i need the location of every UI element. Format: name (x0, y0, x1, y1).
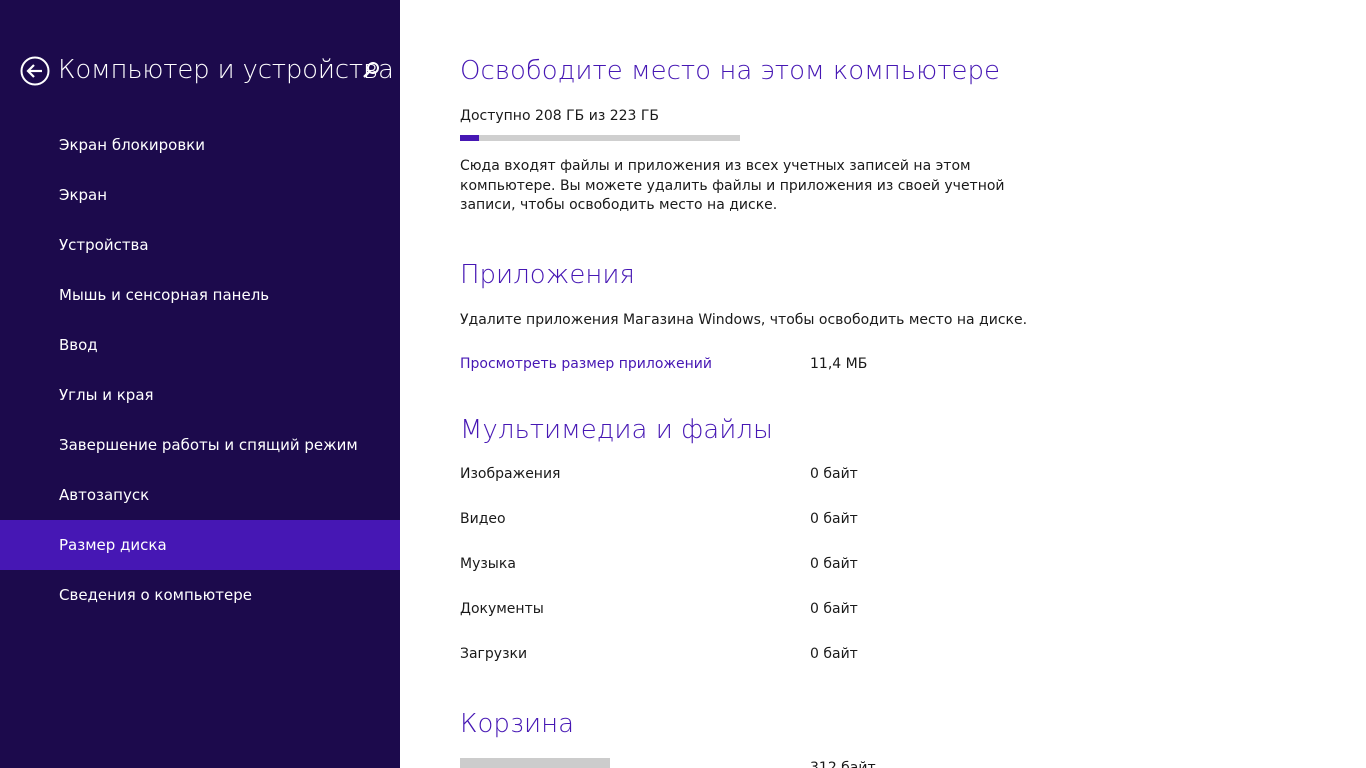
sidebar-item-label: Устройства (59, 236, 149, 254)
sidebar-item-label: Размер диска (59, 536, 167, 554)
sidebar-item-devices[interactable]: Устройства (0, 220, 400, 270)
recycle-bin-size-value: 312 байт (810, 760, 876, 768)
sidebar-item-label: Сведения о компьютере (59, 586, 252, 604)
media-row-label: Видео (460, 511, 506, 527)
page-title: Освободите место на этом компьютере (460, 56, 1001, 86)
recycle-bin-heading: Корзина (460, 709, 575, 739)
sidebar-item-label: Завершение работы и спящий режим (59, 436, 358, 454)
view-app-sizes-link[interactable]: Просмотреть размер приложений (460, 354, 712, 374)
description-text: Сюда входят файлы и приложения из всех у… (460, 158, 1005, 213)
sidebar-item-label: Экран блокировки (59, 136, 205, 154)
media-row-label: Музыка (460, 556, 516, 572)
sidebar-item-label: Мышь и сенсорная панель (59, 286, 270, 304)
sidebar-item-typing[interactable]: Ввод (0, 320, 400, 370)
sidebar-nav: Экран блокировки Экран Устройства Мышь и… (0, 120, 400, 620)
sidebar-title: Компьютер и устройства (58, 55, 394, 85)
back-arrow-circle-icon[interactable] (20, 56, 50, 86)
sidebar-header: Компьютер и устройства (20, 50, 394, 92)
media-row-label: Изображения (460, 466, 561, 482)
sidebar-item-pc-info[interactable]: Сведения о компьютере (0, 570, 400, 620)
media-row-value: 0 байт (810, 466, 858, 482)
apps-size-value: 11,4 МБ (810, 356, 868, 372)
media-row-label: Документы (460, 601, 544, 617)
disk-usage-bar-fill (460, 135, 479, 141)
sidebar-item-corners-edges[interactable]: Углы и края (0, 370, 400, 420)
sidebar-item-autoplay[interactable]: Автозапуск (0, 470, 400, 520)
media-row-label: Загрузки (460, 646, 528, 662)
sidebar-item-label: Автозапуск (59, 486, 150, 504)
sidebar-item-disk-space[interactable]: Размер диска (0, 520, 400, 570)
sidebar: Компьютер и устройства Экран блокировки … (0, 0, 400, 768)
sidebar-item-label: Углы и края (59, 386, 154, 404)
media-row-value: 0 байт (810, 646, 858, 662)
sidebar-item-power-sleep[interactable]: Завершение работы и спящий режим (0, 420, 400, 470)
available-space-text: Доступно 208 ГБ из 223 ГБ (460, 108, 660, 124)
sidebar-item-label: Ввод (59, 336, 98, 354)
media-heading: Мультимедиа и файлы (460, 415, 773, 445)
apps-heading: Приложения (460, 260, 635, 290)
sidebar-item-mouse-touchpad[interactable]: Мышь и сенсорная панель (0, 270, 400, 320)
empty-recycle-bin-button[interactable] (460, 758, 610, 768)
search-icon[interactable] (362, 61, 380, 81)
media-row-value: 0 байт (810, 556, 858, 572)
sidebar-item-display[interactable]: Экран (0, 170, 400, 220)
sidebar-item-lock-screen[interactable]: Экран блокировки (0, 120, 400, 170)
media-row-value: 0 байт (810, 511, 858, 527)
sidebar-item-label: Экран (59, 186, 108, 204)
media-row-value: 0 байт (810, 601, 858, 617)
disk-usage-bar (460, 135, 740, 141)
apps-description: Удалите приложения Магазина Windows, что… (460, 312, 1028, 328)
